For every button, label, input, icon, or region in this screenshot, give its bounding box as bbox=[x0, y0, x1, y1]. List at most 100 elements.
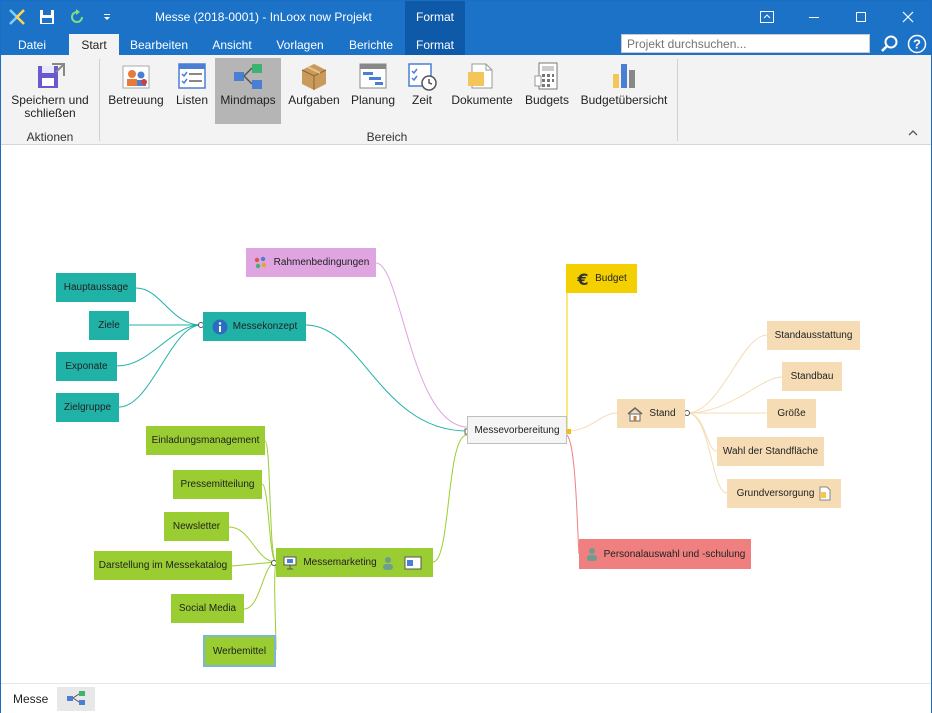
mindmap-node-standbau[interactable]: Standbau bbox=[782, 362, 842, 391]
mindmap-node-grundversorgung[interactable]: Grundversorgung bbox=[727, 479, 841, 508]
documents-icon bbox=[466, 60, 498, 92]
mindmap-node-wahl-der-standflaeche[interactable]: Wahl der Standfläche bbox=[717, 437, 824, 466]
people-icon bbox=[120, 60, 152, 92]
person-icon bbox=[585, 547, 599, 561]
window-controls bbox=[743, 1, 931, 32]
listen-button[interactable]: Listen bbox=[171, 58, 213, 124]
box-icon bbox=[298, 60, 330, 92]
mindmap-node-budget[interactable]: € Budget bbox=[566, 264, 637, 293]
group-label-aktionen: Aktionen bbox=[26, 130, 74, 144]
maximize-icon[interactable] bbox=[837, 1, 884, 32]
mindmap-node-exponate[interactable]: Exponate bbox=[56, 352, 117, 381]
tab-start[interactable]: Start bbox=[69, 34, 119, 55]
connector bbox=[228, 526, 277, 563]
save-close-icon bbox=[34, 60, 66, 92]
mindmap-node-personal[interactable]: Personalauswahl und -schulung bbox=[579, 539, 751, 569]
mindmap-node-zielgruppe[interactable]: Zielgruppe bbox=[56, 393, 119, 422]
mindmap-node-newsletter[interactable]: Newsletter bbox=[164, 512, 229, 541]
mindmap-node-standausstattung[interactable]: Standausstattung bbox=[767, 321, 860, 350]
mindmap-node-stand[interactable]: Stand bbox=[617, 399, 685, 428]
document-icon bbox=[819, 486, 831, 501]
save-icon[interactable] bbox=[37, 7, 57, 27]
status-project-name: Messe bbox=[13, 692, 49, 706]
gantt-icon bbox=[357, 60, 389, 92]
list-icon bbox=[176, 60, 208, 92]
zeit-button[interactable]: Zeit bbox=[403, 58, 441, 124]
tab-format[interactable]: Format bbox=[405, 32, 465, 55]
presentation-icon bbox=[282, 555, 298, 571]
help-icon[interactable]: ? bbox=[906, 33, 928, 55]
window-title: Messe (2018-0001) - InLoox now Projekt bbox=[155, 10, 372, 24]
planung-button[interactable]: Planung bbox=[347, 58, 399, 124]
tab-ansicht[interactable]: Ansicht bbox=[203, 34, 261, 55]
connector bbox=[566, 434, 580, 555]
search-input[interactable] bbox=[621, 34, 870, 53]
mindmap-node-messemarketing[interactable]: Messemarketing bbox=[276, 548, 433, 577]
tab-vorlagen[interactable]: Vorlagen bbox=[269, 34, 331, 55]
mindmap-node-groesse[interactable]: Größe bbox=[767, 399, 816, 428]
tab-bearbeiten[interactable]: Bearbeiten bbox=[125, 34, 193, 55]
refresh-icon[interactable] bbox=[67, 7, 87, 27]
quick-access-toolbar bbox=[7, 7, 117, 27]
euro-icon: € bbox=[576, 271, 590, 287]
connector bbox=[686, 412, 718, 452]
person-icon bbox=[381, 556, 395, 570]
save-and-close-button[interactable]: Speichern und schließen bbox=[7, 58, 93, 124]
mindmap-node-rahmenbedingungen[interactable]: Rahmenbedingungen bbox=[246, 248, 376, 277]
mindmap-node-messekonzept[interactable]: Messekonzept bbox=[203, 312, 306, 341]
connector-node bbox=[684, 410, 690, 416]
ribbon-display-options-icon[interactable] bbox=[743, 1, 790, 32]
mindmap-node-einladungsmanagement[interactable]: Einladungsmanagement bbox=[146, 426, 265, 455]
connector bbox=[135, 287, 202, 326]
group-label-bereich: Bereich bbox=[366, 130, 408, 144]
qat-dropdown-icon[interactable] bbox=[97, 7, 117, 27]
mindmap-view-tab[interactable] bbox=[57, 687, 95, 711]
title-bar: Messe (2018-0001) - InLoox now Projekt F… bbox=[1, 1, 931, 32]
aufgaben-button[interactable]: Aufgaben bbox=[285, 58, 343, 124]
bar-chart-icon bbox=[608, 60, 640, 92]
connector bbox=[116, 324, 202, 367]
status-bar: Messe bbox=[1, 683, 931, 713]
connector bbox=[432, 434, 468, 563]
mindmap-icon bbox=[232, 60, 264, 92]
mindmap-icon bbox=[66, 690, 86, 709]
budgetuebersicht-button[interactable]: Budgetübersicht bbox=[579, 58, 669, 124]
betreuung-button[interactable]: Betreuung bbox=[105, 58, 167, 124]
budgets-button[interactable]: Budgets bbox=[521, 58, 573, 124]
connector bbox=[375, 262, 468, 428]
connector bbox=[261, 483, 277, 563]
ribbon-separator bbox=[99, 59, 100, 141]
card-icon bbox=[404, 556, 422, 570]
tab-datei[interactable]: Datei bbox=[1, 34, 63, 55]
connector bbox=[231, 561, 277, 567]
minimize-icon[interactable] bbox=[790, 1, 837, 32]
calculator-icon bbox=[531, 60, 563, 92]
time-icon bbox=[406, 60, 438, 92]
mindmap-root-node[interactable]: Messevorbereitung bbox=[467, 416, 567, 444]
tab-berichte[interactable]: Berichte bbox=[341, 34, 401, 55]
mindmap-node-hauptaussage[interactable]: Hauptaussage bbox=[56, 273, 136, 302]
mindmap-node-ziele[interactable]: Ziele bbox=[89, 311, 129, 340]
ribbon-separator bbox=[677, 59, 678, 141]
mindmaps-button[interactable]: Mindmaps bbox=[215, 58, 281, 124]
context-tab-title: Format bbox=[405, 1, 465, 32]
app-logo-icon bbox=[7, 7, 27, 27]
connector bbox=[243, 561, 277, 610]
mindmap-node-werbemittel[interactable]: Werbemittel bbox=[203, 635, 276, 667]
mindmap-node-social-media[interactable]: Social Media bbox=[171, 594, 244, 623]
connector bbox=[686, 334, 768, 414]
connector bbox=[566, 412, 618, 432]
ribbon: Speichern und schließen Betreuung Listen… bbox=[1, 55, 931, 145]
dots-icon bbox=[253, 256, 269, 270]
search-icon[interactable] bbox=[879, 33, 901, 55]
connector bbox=[118, 324, 202, 408]
house-icon bbox=[626, 406, 644, 422]
mindmap-canvas[interactable]: Messevorbereitung Rahmenbedingungen Mess… bbox=[1, 145, 931, 683]
dokumente-button[interactable]: Dokumente bbox=[449, 58, 515, 124]
application-window: Messe (2018-0001) - InLoox now Projekt F… bbox=[0, 0, 932, 713]
mindmap-node-messekatalog[interactable]: Darstellung im Messekatalog bbox=[94, 551, 232, 580]
mindmap-node-pressemitteilung[interactable]: Pressemitteilung bbox=[173, 470, 262, 499]
collapse-ribbon-icon[interactable] bbox=[908, 128, 918, 140]
info-icon bbox=[212, 319, 228, 335]
close-icon[interactable] bbox=[884, 1, 931, 32]
